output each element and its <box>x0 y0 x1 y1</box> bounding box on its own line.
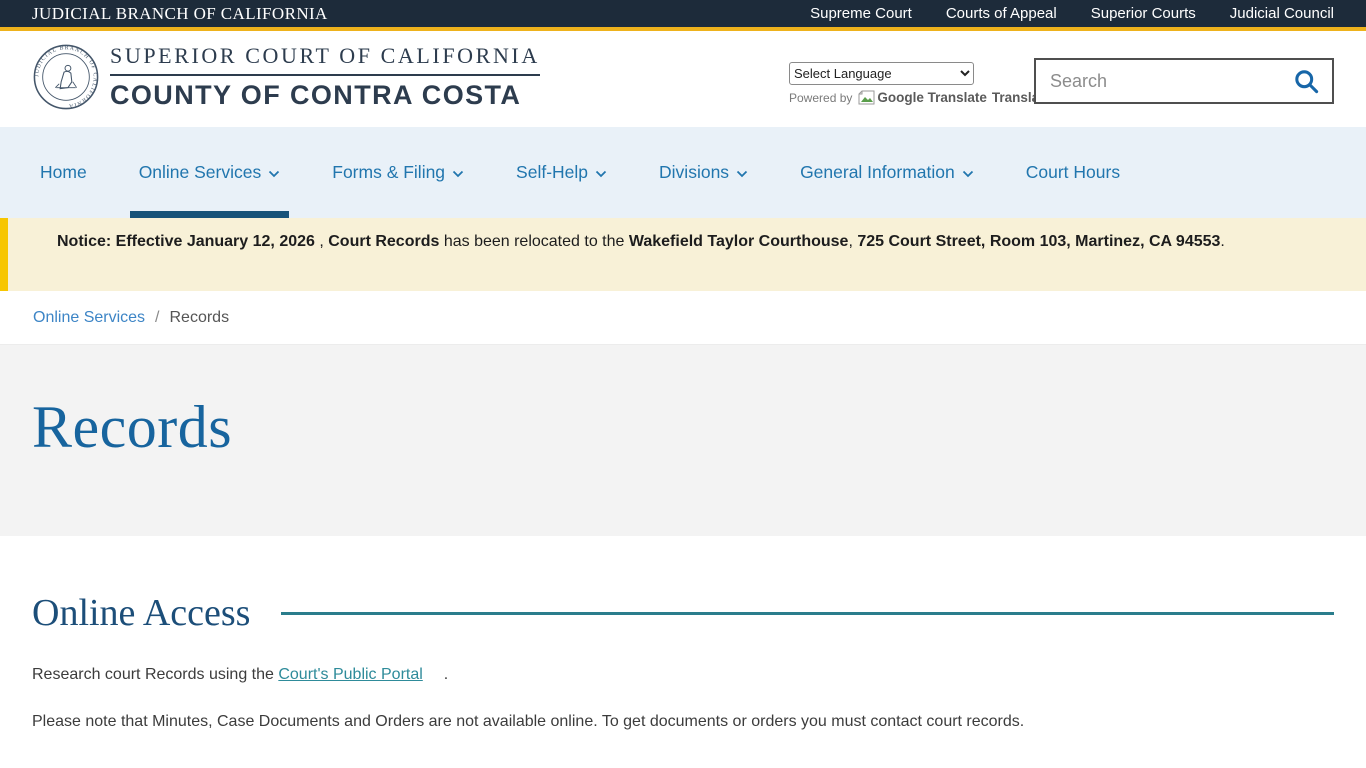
chevron-down-icon <box>269 170 280 178</box>
nav-item-self-help[interactable]: Self-Help <box>507 127 616 218</box>
breadcrumb-online-services[interactable]: Online Services <box>33 309 145 327</box>
utility-link-supreme-court[interactable]: Supreme Court <box>810 5 912 22</box>
search-button[interactable] <box>1287 68 1332 95</box>
nav-item-online-services[interactable]: Online Services <box>129 127 290 218</box>
utility-link-superior-courts[interactable]: Superior Courts <box>1091 5 1196 22</box>
online-access-heading: Online Access <box>32 592 251 634</box>
search-input[interactable] <box>1036 70 1287 92</box>
portal-paragraph: Research court Records using the Court's… <box>32 666 1334 684</box>
nav-item-court-hours[interactable]: Court Hours <box>1017 127 1129 218</box>
chevron-down-icon <box>595 170 607 178</box>
nav-item-divisions[interactable]: Divisions <box>650 127 757 218</box>
nav-item-forms-filing[interactable]: Forms & Filing <box>323 127 473 218</box>
portal-paragraph-prefix: Research court Records using the <box>32 666 279 683</box>
main-navigation: Home Online Services Forms & Filing Self… <box>0 127 1366 218</box>
notice-banner: Notice: Effective January 12, 2026 , Cou… <box>0 218 1366 291</box>
chevron-down-icon <box>452 170 464 178</box>
section-divider-rule <box>281 611 1334 615</box>
utility-link-courts-of-appeal[interactable]: Courts of Appeal <box>946 5 1057 22</box>
logo-county-line: COUNTY OF CONTRA COSTA <box>110 80 522 110</box>
main-content: Online Access Research court Records usi… <box>0 536 1366 731</box>
hero-band: Records <box>0 344 1366 536</box>
utility-links: Supreme Court Courts of Appeal Superior … <box>810 5 1334 22</box>
search-box <box>1034 58 1334 104</box>
breadcrumb-current: Records <box>169 308 230 326</box>
portal-paragraph-suffix: . <box>443 666 449 683</box>
chevron-down-icon <box>736 170 748 178</box>
translate-attribution: Powered by Google Translate Translate <box>789 90 1051 105</box>
online-access-section-header: Online Access <box>32 591 1334 635</box>
google-translate-alt-text: Google Translate <box>877 90 987 105</box>
search-icon <box>1295 69 1319 93</box>
courts-public-portal-link[interactable]: Court's Public Portal <box>278 666 422 683</box>
logo-text: SUPERIOR COURT OF CALIFORNIA COUNTY OF C… <box>108 43 540 111</box>
nav-item-home[interactable]: Home <box>31 127 96 218</box>
breadcrumb: Online Services / Records <box>0 291 1366 344</box>
google-translate-widget: Select Language Powered by Google Transl… <box>789 62 1051 105</box>
notice-text: Notice: Effective January 12, 2026 , Cou… <box>57 233 1225 250</box>
chevron-down-icon <box>962 170 973 178</box>
language-select[interactable]: Select Language <box>789 62 974 85</box>
utility-link-judicial-council[interactable]: Judicial Council <box>1230 5 1334 22</box>
site-header: JUDICIAL BRANCH OF CALIFORNIA SUPERIOR C… <box>0 31 1366 127</box>
logo-superior-court-line: SUPERIOR COURT OF CALIFORNIA <box>110 43 540 76</box>
judicial-branch-title: JUDICIAL BRANCH OF CALIFORNIA <box>32 3 328 23</box>
powered-by-label: Powered by <box>789 90 853 105</box>
nav-item-general-information[interactable]: General Information <box>791 127 983 218</box>
utility-bar: JUDICIAL BRANCH OF CALIFORNIA Supreme Co… <box>0 0 1366 31</box>
breadcrumb-separator: / <box>155 308 160 326</box>
availability-note-paragraph: Please note that Minutes, Case Documents… <box>32 713 1025 730</box>
broken-image-icon <box>858 90 875 105</box>
court-logo[interactable]: JUDICIAL BRANCH OF CALIFORNIA SUPERIOR C… <box>32 43 540 111</box>
page-title: Records <box>32 394 233 460</box>
judicial-seal-icon: JUDICIAL BRANCH OF CALIFORNIA <box>33 44 99 110</box>
